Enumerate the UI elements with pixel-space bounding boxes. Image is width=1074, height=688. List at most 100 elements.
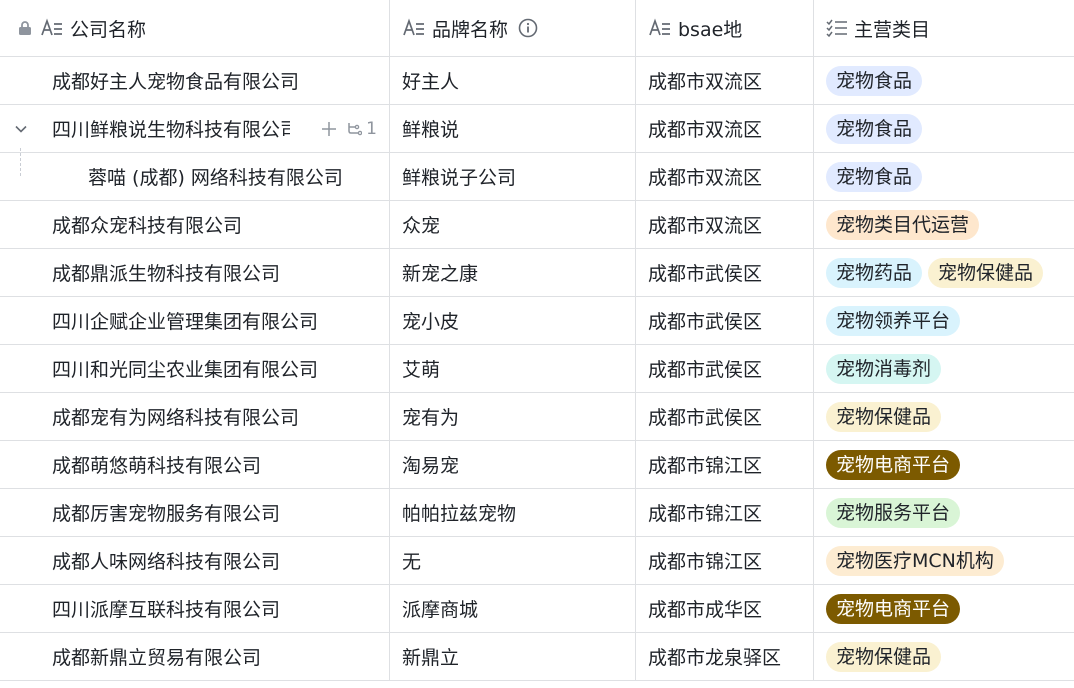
company-name: 成都新鼎立贸易有限公司	[52, 647, 262, 669]
cell-category[interactable]: 宠物保健品	[814, 633, 1074, 680]
cell-category[interactable]: 宠物医疗MCN机构	[814, 537, 1074, 584]
cell-location[interactable]: 成都市成华区	[636, 585, 814, 632]
table-row[interactable]: 成都厉害宠物服务有限公司 帕帕拉兹宠物 成都市锦江区 宠物服务平台	[0, 489, 1074, 537]
cell-company[interactable]: 成都人味网络科技有限公司	[0, 537, 390, 584]
company-wrap: 成都新鼎立贸易有限公司	[0, 633, 389, 680]
company-wrap: 成都宠有为网络科技有限公司	[0, 393, 389, 440]
cell-location[interactable]: 成都市武侯区	[636, 297, 814, 344]
cell-brand[interactable]: 新鼎立	[390, 633, 636, 680]
info-icon[interactable]	[518, 18, 538, 38]
cell-location[interactable]: 成都市双流区	[636, 105, 814, 152]
company-name: 成都厉害宠物服务有限公司	[52, 503, 281, 525]
header-company-label: 公司名称	[70, 18, 147, 41]
table-row[interactable]: 成都鼎派生物科技有限公司 新宠之康 成都市武侯区 宠物药品 宠物保健品	[0, 249, 1074, 297]
cell-brand[interactable]: 好主人	[390, 57, 636, 104]
chevron-down-icon[interactable]	[10, 118, 32, 140]
table-row[interactable]: 四川派摩互联科技有限公司 派摩商城 成都市成华区 宠物电商平台	[0, 585, 1074, 633]
cell-company[interactable]: 四川和光同尘农业集团有限公司	[0, 345, 390, 392]
cell-company[interactable]: 四川派摩互联科技有限公司	[0, 585, 390, 632]
company-wrap: 成都鼎派生物科技有限公司	[0, 249, 389, 296]
cell-location[interactable]: 成都市武侯区	[636, 345, 814, 392]
cell-brand[interactable]: 鲜粮说子公司	[390, 153, 636, 200]
cell-category[interactable]: 宠物药品 宠物保健品	[814, 249, 1074, 296]
cell-location[interactable]: 成都市锦江区	[636, 489, 814, 536]
cell-category[interactable]: 宠物类目代运营	[814, 201, 1074, 248]
cell-company[interactable]: 成都萌悠萌科技有限公司	[0, 441, 390, 488]
table-row[interactable]: 成都新鼎立贸易有限公司 新鼎立 成都市龙泉驿区 宠物保健品	[0, 633, 1074, 681]
table-row[interactable]: 成都众宠科技有限公司 众宠 成都市双流区 宠物类目代运营	[0, 201, 1074, 249]
cell-location[interactable]: 成都市武侯区	[636, 393, 814, 440]
cell-brand[interactable]: 宠小皮	[390, 297, 636, 344]
cell-location[interactable]: 成都市双流区	[636, 201, 814, 248]
cell-location[interactable]: 成都市龙泉驿区	[636, 633, 814, 680]
cell-company[interactable]: 蓉喵 (成都) 网络科技有限公司	[0, 153, 390, 200]
company-name: 四川企赋企业管理集团有限公司	[52, 311, 319, 333]
cell-brand[interactable]: 鲜粮说	[390, 105, 636, 152]
cell-category[interactable]: 宠物保健品	[814, 393, 1074, 440]
cell-brand[interactable]: 新宠之康	[390, 249, 636, 296]
cell-company[interactable]: 成都宠有为网络科技有限公司	[0, 393, 390, 440]
cell-category[interactable]: 宠物食品	[814, 57, 1074, 104]
cell-location[interactable]: 成都市双流区	[636, 57, 814, 104]
company-wrap: 成都厉害宠物服务有限公司	[0, 489, 389, 536]
table-row[interactable]: 成都萌悠萌科技有限公司 淘易宠 成都市锦江区 宠物电商平台	[0, 441, 1074, 489]
table-row[interactable]: 成都宠有为网络科技有限公司 宠有为 成都市武侯区 宠物保健品	[0, 393, 1074, 441]
cell-brand[interactable]: 派摩商城	[390, 585, 636, 632]
cell-location[interactable]: 成都市锦江区	[636, 441, 814, 488]
company-wrap: 成都众宠科技有限公司	[0, 201, 389, 248]
cell-company[interactable]: 成都新鼎立贸易有限公司	[0, 633, 390, 680]
cell-category[interactable]: 宠物食品	[814, 153, 1074, 200]
cell-company[interactable]: 成都众宠科技有限公司	[0, 201, 390, 248]
cell-brand[interactable]: 艾萌	[390, 345, 636, 392]
cell-location[interactable]: 成都市武侯区	[636, 249, 814, 296]
company-name: 成都众宠科技有限公司	[52, 215, 243, 237]
text-field-icon	[648, 18, 672, 38]
table-row[interactable]: 成都人味网络科技有限公司 无成都市锦江区 宠物医疗MCN机构	[0, 537, 1074, 585]
header-category[interactable]: 主营类目	[814, 0, 1074, 56]
plus-icon[interactable]	[320, 120, 338, 138]
data-table: 公司名称 品牌名称 bsae地 主营类目 成都好主人宠物食品有限公司 好主人 成都市…	[0, 0, 1074, 681]
cell-company[interactable]: 成都厉害宠物服务有限公司	[0, 489, 390, 536]
tree-connector	[20, 148, 22, 176]
category-tag: 宠物医疗MCN机构	[826, 545, 1004, 576]
cell-company[interactable]: 成都好主人宠物食品有限公司	[0, 57, 390, 104]
cell-company[interactable]: 四川企赋企业管理集团有限公司	[0, 297, 390, 344]
header-location[interactable]: bsae地	[636, 0, 814, 56]
company-wrap: 四川和光同尘农业集团有限公司	[0, 345, 389, 392]
cell-location[interactable]: 成都市锦江区	[636, 537, 814, 584]
company-name: 成都人味网络科技有限公司	[52, 551, 281, 573]
company-wrap: 四川企赋企业管理集团有限公司	[0, 297, 389, 344]
table-row[interactable]: 四川企赋企业管理集团有限公司 宠小皮 成都市武侯区 宠物领养平台	[0, 297, 1074, 345]
subrecord-icon[interactable]: 1	[346, 119, 377, 139]
cell-company[interactable]: 四川鲜粮说生物科技有限公司 1	[0, 105, 390, 152]
cell-category[interactable]: 宠物领养平台	[814, 297, 1074, 344]
header-brand[interactable]: 品牌名称	[390, 0, 636, 56]
table-row[interactable]: 四川和光同尘农业集团有限公司 艾萌 成都市武侯区 宠物消毒剂	[0, 345, 1074, 393]
table-header: 公司名称 品牌名称 bsae地 主营类目	[0, 0, 1074, 57]
cell-brand[interactable]: 众宠	[390, 201, 636, 248]
cell-brand[interactable]: 无	[390, 537, 636, 584]
company-wrap: 蓉喵 (成都) 网络科技有限公司	[0, 153, 389, 200]
cell-brand[interactable]: 宠有为	[390, 393, 636, 440]
category-tag: 宠物消毒剂	[826, 353, 942, 384]
header-company[interactable]: 公司名称	[0, 0, 390, 56]
cell-category[interactable]: 宠物服务平台	[814, 489, 1074, 536]
header-brand-label: 品牌名称	[432, 18, 509, 41]
cell-category[interactable]: 宠物电商平台	[814, 585, 1074, 632]
table-row[interactable]: 成都好主人宠物食品有限公司 好主人 成都市双流区 宠物食品	[0, 57, 1074, 105]
cell-brand[interactable]: 淘易宠	[390, 441, 636, 488]
cell-location[interactable]: 成都市双流区	[636, 153, 814, 200]
category-tag: 宠物保健品	[826, 401, 942, 432]
table-row[interactable]: 四川鲜粮说生物科技有限公司 1 鲜粮说 成都市双流区 宠物食品	[0, 105, 1074, 153]
company-name: 四川和光同尘农业集团有限公司	[52, 359, 319, 381]
category-tag: 宠物服务平台	[826, 497, 961, 528]
company-wrap: 四川鲜粮说生物科技有限公司 1	[0, 105, 389, 152]
cell-brand[interactable]: 帕帕拉兹宠物	[390, 489, 636, 536]
cell-company[interactable]: 成都鼎派生物科技有限公司	[0, 249, 390, 296]
cell-category[interactable]: 宠物消毒剂	[814, 345, 1074, 392]
cell-category[interactable]: 宠物电商平台	[814, 441, 1074, 488]
text-field-icon	[40, 18, 64, 38]
company-name: 成都宠有为网络科技有限公司	[52, 407, 300, 429]
table-row[interactable]: 蓉喵 (成都) 网络科技有限公司 鲜粮说子公司 成都市双流区 宠物食品	[0, 153, 1074, 201]
cell-category[interactable]: 宠物食品	[814, 105, 1074, 152]
